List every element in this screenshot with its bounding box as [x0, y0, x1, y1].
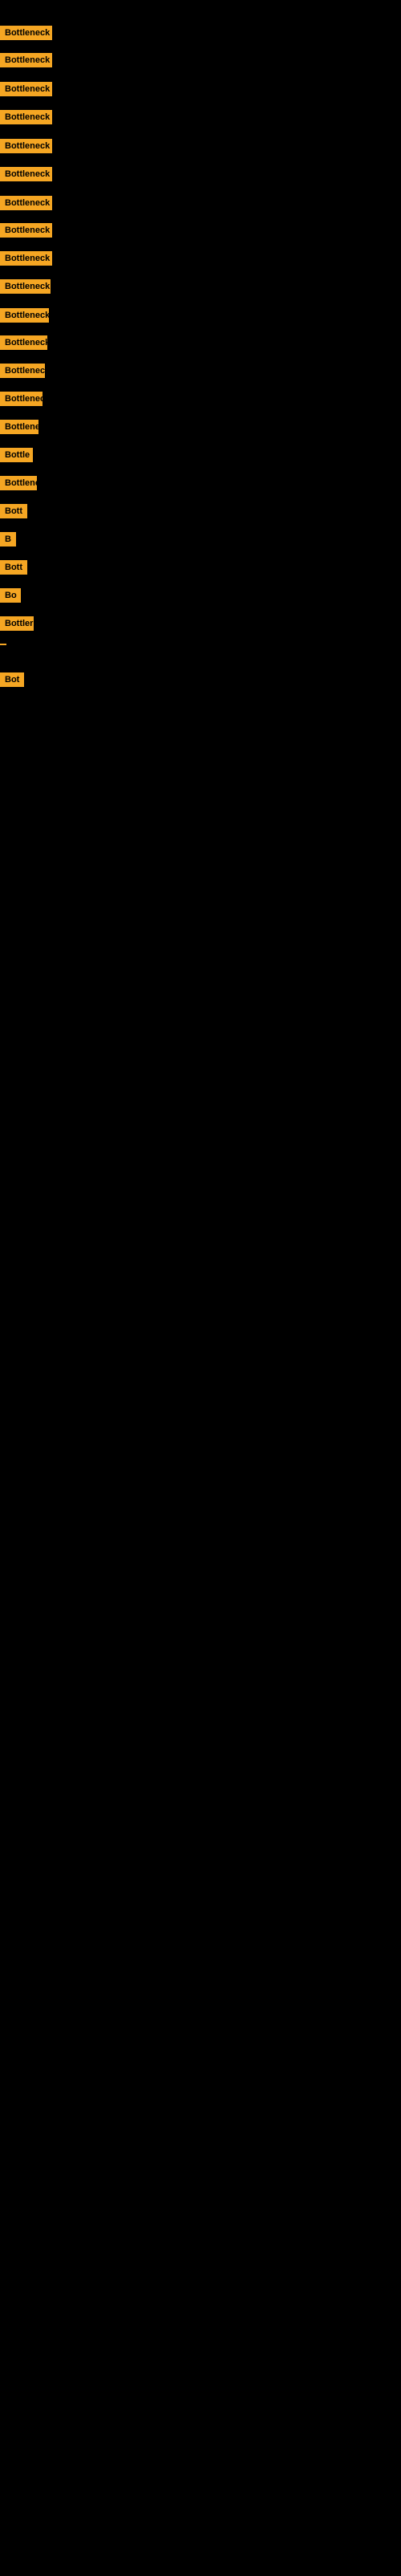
- bottleneck-badge: B: [0, 532, 16, 546]
- bar-row: Bott: [0, 560, 27, 575]
- bar-row: Bottler: [0, 616, 34, 631]
- bar-row: Bottleneck result: [0, 308, 49, 323]
- bar-row: Bottleneck result: [0, 110, 52, 124]
- bottleneck-badge: Bo: [0, 588, 21, 603]
- bar-row: Bottleneck result: [0, 364, 45, 378]
- bottleneck-badge: Bottle: [0, 448, 33, 462]
- bar-row: Bottleneck result: [0, 139, 52, 153]
- bar-row: Bottleneck result: [0, 26, 52, 40]
- bottleneck-badge: Bottleneck result: [0, 392, 43, 406]
- bottleneck-badge: Bott: [0, 560, 27, 575]
- bar-row: Bottleneck result: [0, 251, 52, 266]
- bottleneck-badge: Bottleneck result: [0, 196, 52, 210]
- bottleneck-badge: Bottleneck result: [0, 364, 45, 378]
- bottleneck-badge: Bottleneck result: [0, 53, 52, 67]
- bottleneck-badge: Bot: [0, 672, 24, 687]
- bar-row: Bot: [0, 672, 24, 687]
- bar-row: Bottleneck result: [0, 82, 52, 96]
- bottleneck-badge: Bottleneck result: [0, 139, 52, 153]
- bar-row: Bottleneck result: [0, 223, 52, 238]
- bottleneck-badge: Bottleneck result: [0, 82, 52, 96]
- bar-row: Bottle: [0, 448, 33, 462]
- bar-row: Bottleneck result: [0, 392, 43, 406]
- bar-row: B: [0, 532, 16, 546]
- bottleneck-badge: Bott: [0, 504, 27, 518]
- bar-line: [0, 644, 6, 645]
- bottleneck-badge: Bottlenec: [0, 476, 37, 490]
- bottleneck-badge: Bottleneck result: [0, 223, 52, 238]
- bottleneck-badge: Bottleneck result: [0, 335, 47, 350]
- bar-row: Bott: [0, 504, 27, 518]
- bottleneck-badge: Bottleneck: [0, 420, 38, 434]
- bar-row: Bottleneck result: [0, 167, 52, 181]
- site-title: [0, 0, 401, 8]
- bar-row: Bottlenec: [0, 476, 37, 490]
- bottleneck-badge: Bottleneck result: [0, 308, 49, 323]
- bottleneck-badge: Bottleneck result: [0, 26, 52, 40]
- bar-row: Bottleneck result: [0, 335, 47, 350]
- bar-row: Bottleneck: [0, 420, 38, 434]
- bar-row: Bo: [0, 588, 21, 603]
- bar-row: Bottleneck result: [0, 53, 52, 67]
- bottleneck-badge: Bottler: [0, 616, 34, 631]
- bottleneck-badge: Bottleneck result: [0, 110, 52, 124]
- bottleneck-badge: Bottleneck result: [0, 279, 51, 294]
- bottleneck-badge: Bottleneck result: [0, 251, 52, 266]
- bottleneck-badge: Bottleneck result: [0, 167, 52, 181]
- bar-row: Bottleneck result: [0, 279, 51, 294]
- bar-row: Bottleneck result: [0, 196, 52, 210]
